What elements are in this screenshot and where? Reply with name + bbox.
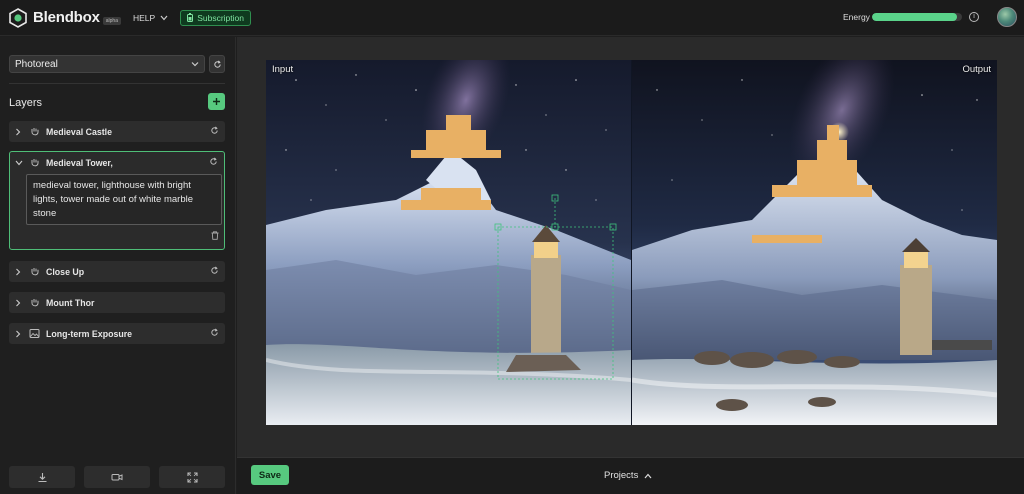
plus-icon	[213, 98, 220, 105]
camera-button[interactable]	[84, 466, 150, 488]
layer-name: Medieval Tower,	[46, 157, 113, 168]
image-icon	[29, 329, 40, 338]
refresh-icon[interactable]	[210, 266, 219, 275]
app-name: Blendbox	[33, 9, 100, 26]
refresh-icon[interactable]	[209, 157, 218, 166]
blendbox-logo-icon	[9, 7, 27, 28]
refresh-icon	[213, 60, 221, 68]
top-bar: Blendbox alpha HELP Subscription Energy …	[0, 0, 1024, 36]
layer-prompt-input[interactable]: medieval tower, lighthouse with bright l…	[26, 174, 222, 225]
chevron-down-icon[interactable]	[15, 160, 23, 166]
hand-icon	[31, 268, 39, 276]
subscription-label: Subscription	[197, 12, 244, 23]
refresh-icon[interactable]	[210, 328, 219, 337]
layer-mount-thor[interactable]: Mount Thor	[9, 292, 225, 313]
layer-name: Long-term Exposure	[46, 328, 133, 339]
chevron-right-icon[interactable]	[15, 268, 21, 276]
layer-medieval-tower[interactable]: Medieval Tower, medieval tower, lighthou…	[9, 151, 225, 250]
download-icon	[38, 472, 46, 482]
subscription-button[interactable]: Subscription	[180, 9, 251, 26]
refresh-style-button[interactable]	[209, 55, 225, 73]
hand-icon	[31, 299, 39, 307]
projects-toggle[interactable]: Projects	[604, 470, 652, 481]
hand-icon	[31, 128, 39, 136]
output-panel[interactable]: Output	[632, 60, 997, 425]
energy-bar-fill	[872, 13, 957, 21]
hand-icon	[31, 159, 39, 167]
help-menu[interactable]: HELP	[133, 13, 168, 23]
camera-icon	[111, 474, 123, 481]
expand-icon	[186, 471, 198, 483]
bottom-bar: Save Projects	[237, 457, 1024, 494]
input-label: Input	[272, 64, 294, 75]
battery-icon	[187, 13, 194, 22]
layers-title: Layers	[9, 97, 43, 109]
output-label: Output	[962, 64, 991, 75]
trash-icon[interactable]	[211, 231, 219, 240]
input-panel[interactable]: Input	[266, 60, 631, 425]
chevron-down-icon	[191, 62, 199, 67]
energy-label: Energy	[843, 12, 870, 22]
layer-name: Close Up	[46, 266, 85, 277]
layer-name: Medieval Castle	[46, 126, 113, 137]
add-layer-button[interactable]	[208, 93, 225, 110]
sidebar: Photoreal Layers Medieval Castle Medieva…	[0, 37, 236, 494]
chevron-up-icon	[644, 473, 652, 478]
layer-name: Mount Thor	[46, 297, 95, 308]
logo[interactable]: Blendbox alpha	[8, 7, 121, 28]
fullscreen-button[interactable]	[159, 466, 225, 488]
info-icon[interactable]: i	[969, 12, 979, 22]
help-label: HELP	[132, 12, 156, 23]
layer-close-up[interactable]: Close Up	[9, 261, 225, 282]
energy-bar	[872, 13, 962, 21]
image-canvas[interactable]: Input Output	[266, 60, 997, 425]
layer-long-term-exposure[interactable]: Long-term Exposure	[9, 323, 225, 344]
layer-medieval-castle[interactable]: Medieval Castle	[9, 121, 225, 142]
output-image	[632, 60, 997, 425]
chevron-down-icon	[160, 15, 168, 20]
input-image	[266, 60, 631, 425]
refresh-icon[interactable]	[210, 126, 219, 135]
chevron-right-icon[interactable]	[15, 299, 21, 307]
user-avatar[interactable]	[997, 7, 1017, 27]
chevron-right-icon[interactable]	[15, 128, 21, 136]
projects-label: Projects	[604, 470, 639, 481]
chevron-right-icon[interactable]	[15, 330, 21, 338]
style-select-value: Photoreal	[15, 58, 58, 70]
style-select[interactable]: Photoreal	[9, 55, 205, 73]
divider	[9, 83, 225, 84]
app-badge: alpha	[102, 16, 121, 25]
save-button[interactable]: Save	[251, 465, 289, 485]
download-button[interactable]	[9, 466, 75, 488]
